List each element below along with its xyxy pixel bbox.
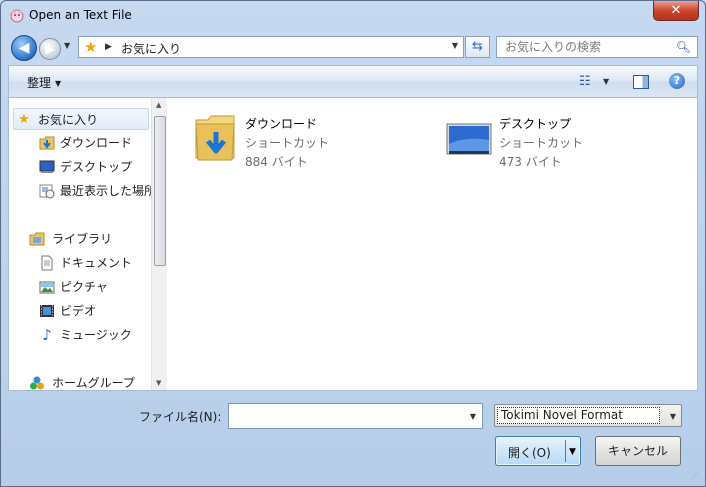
command-bar: 整理 ▼ ☷ ▼ ? <box>8 65 698 97</box>
address-dropdown-icon[interactable]: ▼ <box>452 41 458 50</box>
desktop-icon <box>39 160 55 173</box>
filter-dropdown-icon[interactable]: ▼ <box>670 412 676 421</box>
sidebar-scrollbar[interactable]: ▲ ▼ <box>151 98 167 390</box>
sidebar-item-downloads[interactable]: ダウンロード <box>9 132 151 154</box>
breadcrumb-chevron-icon[interactable]: ▶ <box>105 40 112 54</box>
download-folder-icon <box>195 115 235 161</box>
sidebar-item-label: ドキュメント <box>60 256 133 270</box>
open-file-dialog: Open an Text File ✕ ◀ ▶ ▼ ★ ▶ お気に入り ▼ ⇆ … <box>0 0 706 487</box>
homegroup-icon <box>30 376 44 390</box>
filename-dropdown-icon[interactable]: ▼ <box>470 412 476 421</box>
sidebar-item-music[interactable]: ♪ ミュージック <box>9 324 151 346</box>
scroll-up-icon[interactable]: ▲ <box>156 101 161 109</box>
address-bar[interactable]: ★ ▶ お気に入り ▼ <box>78 36 464 58</box>
file-size: 884 バイト <box>245 155 308 169</box>
file-size: 473 バイト <box>499 155 562 169</box>
refresh-icon: ⇆ <box>472 39 483 54</box>
breadcrumb-favorites[interactable]: お気に入り <box>121 40 181 57</box>
navigation-pane: ★ お気に入り ダウンロード デスクトップ 最近表示した場所 ライブラリ ドキュ… <box>9 98 167 390</box>
close-icon: ✕ <box>670 3 682 18</box>
open-button[interactable]: 開く(O) ▼ <box>495 436 581 466</box>
file-list: ダウンロード ショートカット 884 バイト デスクトップ ショートカット 47… <box>169 98 697 390</box>
resize-grip-icon[interactable]: ⋰ <box>691 472 701 483</box>
split-divider <box>565 440 566 462</box>
sidebar-item-label: お気に入り <box>38 113 99 127</box>
videos-icon <box>40 305 54 317</box>
sidebar-item-label: デスクトップ <box>60 160 133 174</box>
refresh-button[interactable]: ⇆ <box>465 36 490 58</box>
file-type-filter[interactable]: Tokimi Novel Format ▼ <box>494 404 682 427</box>
sidebar-item-favorites[interactable]: ★ お気に入り <box>13 108 149 130</box>
file-item[interactable]: ダウンロード ショートカット 884 バイト <box>174 104 414 169</box>
filename-combobox[interactable]: ▼ <box>228 403 483 429</box>
library-icon <box>29 232 45 246</box>
file-type: ショートカット <box>499 136 584 150</box>
filename-input[interactable] <box>229 404 461 428</box>
chevron-down-icon: ▼ <box>55 79 62 88</box>
sidebar-item-label: ビデオ <box>60 304 97 318</box>
sidebar-item-libraries[interactable]: ライブラリ <box>9 228 151 250</box>
file-name: デスクトップ <box>499 117 572 131</box>
search-input[interactable] <box>497 37 677 57</box>
view-dropdown-icon[interactable]: ▼ <box>603 77 609 86</box>
file-item[interactable]: デスクトップ ショートカット 473 バイト <box>428 104 668 169</box>
preview-pane-icon[interactable] <box>633 75 649 89</box>
open-button-label: 開く(O) <box>508 446 551 460</box>
sidebar-item-label: ダウンロード <box>60 136 133 150</box>
scrollbar-thumb[interactable] <box>154 116 166 266</box>
close-button[interactable]: ✕ <box>653 1 699 21</box>
forward-button[interactable]: ▶ <box>39 38 61 60</box>
forward-arrow-icon: ▶ <box>45 42 55 56</box>
filename-label: ファイル名(N): <box>139 410 222 424</box>
window-title: Open an Text File <box>29 8 132 22</box>
sidebar-item-label: ピクチャ <box>60 280 108 294</box>
back-button[interactable]: ◀ <box>11 35 37 61</box>
organize-label: 整理 <box>27 76 52 90</box>
help-icon[interactable]: ? <box>669 73 685 89</box>
star-icon: ★ <box>84 38 98 56</box>
sidebar-item-label: ホームグループ <box>52 376 135 390</box>
sidebar-item-homegroup[interactable]: ホームグループ <box>9 372 151 390</box>
sidebar-item-label: ライブラリ <box>52 232 113 246</box>
music-icon: ♪ <box>42 326 52 344</box>
file-type-filter-value: Tokimi Novel Format <box>497 407 660 424</box>
file-type: ショートカット <box>245 136 330 150</box>
organize-button[interactable]: 整理 ▼ <box>27 74 61 91</box>
sidebar-item-pictures[interactable]: ピクチャ <box>9 276 151 298</box>
back-arrow-icon: ◀ <box>18 40 30 56</box>
browser-area: ★ お気に入り ダウンロード デスクトップ 最近表示した場所 ライブラリ ドキュ… <box>8 97 698 391</box>
scroll-down-icon[interactable]: ▼ <box>156 379 161 387</box>
star-icon: ★ <box>18 112 30 127</box>
open-options-dropdown-icon[interactable]: ▼ <box>569 447 576 457</box>
view-options-icon[interactable]: ☷ <box>579 74 591 89</box>
sidebar-item-recent-places[interactable]: 最近表示した場所 <box>9 180 151 202</box>
sidebar-item-documents[interactable]: ドキュメント <box>9 252 151 274</box>
documents-icon <box>41 255 53 271</box>
search-icon[interactable]: 🔍︎ <box>676 40 691 54</box>
sidebar-item-label: 最近表示した場所 <box>60 184 151 198</box>
download-folder-icon <box>39 136 55 150</box>
pictures-icon <box>39 281 55 294</box>
app-icon <box>10 9 24 23</box>
sidebar-item-desktop[interactable]: デスクトップ <box>9 156 151 178</box>
sidebar-item-label: ミュージック <box>60 328 132 342</box>
recent-places-icon <box>39 184 55 199</box>
desktop-icon <box>446 123 492 155</box>
recent-pages-dropdown[interactable]: ▼ <box>64 41 70 50</box>
search-box[interactable]: 🔍︎ <box>496 36 698 58</box>
file-name: ダウンロード <box>245 117 318 131</box>
cancel-button[interactable]: キャンセル <box>595 436 681 466</box>
sidebar-item-videos[interactable]: ビデオ <box>9 300 151 322</box>
title-bar[interactable]: Open an Text File ✕ <box>1 1 705 31</box>
